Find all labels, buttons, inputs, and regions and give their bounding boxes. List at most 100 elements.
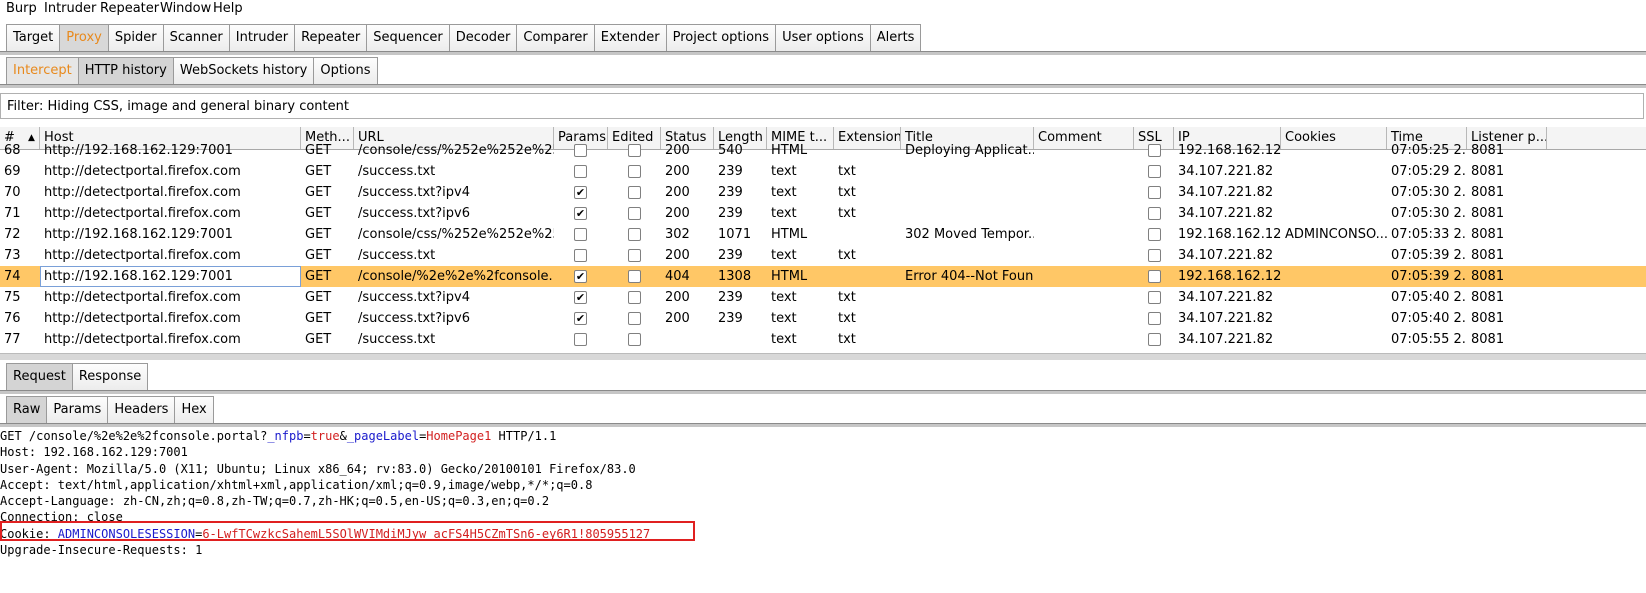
menu-window[interactable]: Window (160, 1, 211, 16)
table-row[interactable]: 72 http://192.168.162.129:7001 GET/console… (0, 224, 1646, 245)
cell-edited (608, 308, 661, 329)
table-row[interactable]: 68 http://192.168.162.129:7001 GET/console… (0, 140, 1646, 161)
table-row[interactable]: 74 http://192.168.162.129:7001 GET/console… (0, 266, 1646, 287)
cell-cookies: ADMINCONSO... (1285, 227, 1387, 242)
cell-listener: 8081 (1471, 332, 1505, 347)
filter-bar[interactable]: Filter: Hiding CSS, image and general bi… (0, 93, 1644, 119)
header-accept: Accept: text/html,application/xhtml+xml,… (0, 477, 593, 492)
cell-url: /success.txt (358, 332, 436, 347)
cell-comment (1034, 161, 1134, 182)
cell-params: ✔ (554, 308, 608, 329)
cell-time: 07:05:40 2... (1391, 290, 1467, 305)
cell-ssl (1134, 140, 1174, 161)
cell-status: 200 (665, 311, 690, 326)
tab-repeater[interactable]: Repeater (294, 24, 367, 52)
tab-comparer[interactable]: Comparer (516, 24, 594, 52)
cell-ssl (1134, 203, 1174, 224)
cell-mime: text (771, 290, 797, 305)
checkbox-icon (1148, 312, 1161, 325)
tab-extender[interactable]: Extender (593, 24, 666, 52)
cell-num: 74 (4, 269, 21, 284)
checkbox-icon (628, 312, 641, 325)
tab-intruder[interactable]: Intruder (228, 24, 295, 52)
cell-ext: txt (838, 290, 856, 305)
menu-bar: Burp Intruder Repeater Window Help (0, 0, 1646, 20)
cell-edited (608, 224, 661, 245)
checkbox-icon (628, 165, 641, 178)
cell-ext: txt (838, 206, 856, 221)
tab-raw[interactable]: Raw (6, 396, 47, 424)
cell-num: 72 (4, 227, 21, 242)
cell-ext: txt (838, 332, 856, 347)
tab-http-history[interactable]: HTTP history (77, 57, 173, 85)
cell-mime: text (771, 311, 797, 326)
tab-intercept[interactable]: Intercept (6, 57, 78, 85)
table-row[interactable]: 77 http://detectportal.firefox.com GET/suc… (0, 329, 1646, 350)
tab-target[interactable]: Target (6, 24, 60, 52)
cell-time: 07:05:25 2... (1391, 143, 1467, 158)
table-row[interactable]: 73 http://detectportal.firefox.com GET/suc… (0, 245, 1646, 266)
table-row[interactable]: 69 http://detectportal.firefox.com GET/suc… (0, 161, 1646, 182)
cell-time: 07:05:40 2... (1391, 311, 1467, 326)
tab-request[interactable]: Request (6, 363, 72, 391)
tab-decoder[interactable]: Decoder (448, 24, 517, 52)
tab-proxy[interactable]: Proxy (59, 24, 108, 52)
tab-user-options[interactable]: User options (775, 24, 870, 52)
table-row[interactable]: 75 http://detectportal.firefox.com GET/suc… (0, 287, 1646, 308)
menu-help[interactable]: Help (213, 1, 243, 16)
cell-ssl (1134, 308, 1174, 329)
menu-burp[interactable]: Burp (6, 1, 37, 16)
tab-hex[interactable]: Hex (174, 396, 214, 424)
menu-repeater[interactable]: Repeater (100, 1, 159, 16)
cell-num: 73 (4, 248, 21, 263)
tab-sequencer[interactable]: Sequencer (366, 24, 449, 52)
tab-project-options[interactable]: Project options (665, 24, 776, 52)
main-tabs-divider (0, 51, 1646, 55)
cell-ext: txt (838, 164, 856, 179)
checkbox-icon (628, 291, 641, 304)
cell-cookies (1281, 287, 1387, 308)
header-upgrade-insecure: Upgrade-Insecure-Requests: 1 (0, 543, 203, 558)
cell-host: http://detectportal.firefox.com (44, 332, 241, 347)
view-tabs-divider (0, 423, 1646, 427)
cell-host: http://detectportal.firefox.com (44, 311, 241, 326)
cell-title (901, 182, 1034, 203)
cell-mime: HTML (771, 269, 808, 284)
table-row[interactable]: 76 http://detectportal.firefox.com GET/suc… (0, 308, 1646, 329)
cell-mime: HTML (771, 143, 808, 158)
cell-comment (1034, 329, 1134, 350)
pane-splitter[interactable] (0, 353, 1646, 360)
tab-websockets-history[interactable]: WebSockets history (172, 57, 314, 85)
checked-checkbox-icon: ✔ (574, 270, 587, 283)
cell-comment (1034, 140, 1134, 161)
cell-length: 1308 (718, 269, 752, 284)
cell-ip: 34.107.221.82 (1178, 164, 1274, 179)
checkbox-icon (628, 270, 641, 283)
tab-spider[interactable]: Spider (107, 24, 163, 52)
checkbox-icon (628, 186, 641, 199)
cell-host: http://detectportal.firefox.com (44, 185, 241, 200)
tab-params[interactable]: Params (46, 396, 108, 424)
tab-response[interactable]: Response (71, 363, 149, 391)
tab-headers[interactable]: Headers (107, 396, 175, 424)
cell-ext: txt (838, 248, 856, 263)
cell-host: http://192.168.162.129:7001 (40, 266, 301, 287)
checked-checkbox-icon: ✔ (574, 207, 587, 220)
cell-edited (608, 161, 661, 182)
cell-ssl (1134, 266, 1174, 287)
table-row[interactable]: 70 http://detectportal.firefox.com GET/suc… (0, 182, 1646, 203)
tab-scanner[interactable]: Scanner (162, 24, 229, 52)
tab-options[interactable]: Options (313, 57, 378, 85)
tab-alerts[interactable]: Alerts (869, 24, 922, 52)
cell-status (661, 329, 714, 350)
menu-intruder[interactable]: Intruder (44, 1, 96, 16)
checkbox-icon (574, 249, 587, 262)
checkbox-icon (574, 144, 587, 157)
cell-time: 07:05:29 2... (1391, 164, 1467, 179)
cell-listener: 8081 (1471, 206, 1505, 221)
cell-url: /success.txt?ipv6 (358, 311, 470, 326)
cell-params: ✔ (554, 287, 608, 308)
cell-length: 239 (718, 248, 743, 263)
cell-length: 1071 (718, 227, 752, 242)
table-row[interactable]: 71 http://detectportal.firefox.com GET/suc… (0, 203, 1646, 224)
